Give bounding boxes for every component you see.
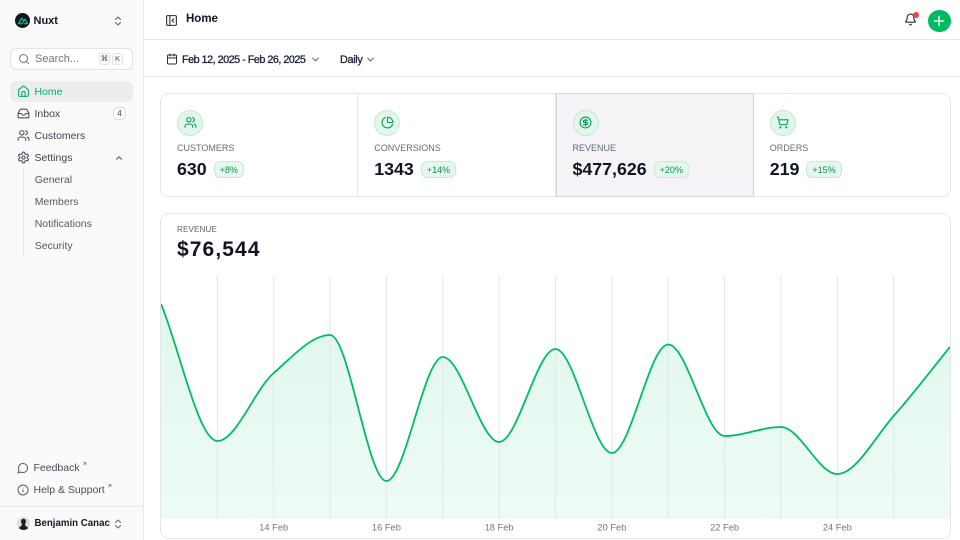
svg-text:14 Feb: 14 Feb <box>259 522 288 532</box>
svg-text:18 Feb: 18 Feb <box>485 522 514 532</box>
svg-text:16 Feb: 16 Feb <box>372 522 401 532</box>
svg-text:20 Feb: 20 Feb <box>597 522 626 532</box>
svg-text:22 Feb: 22 Feb <box>710 522 739 532</box>
svg-text:24 Feb: 24 Feb <box>823 522 852 532</box>
